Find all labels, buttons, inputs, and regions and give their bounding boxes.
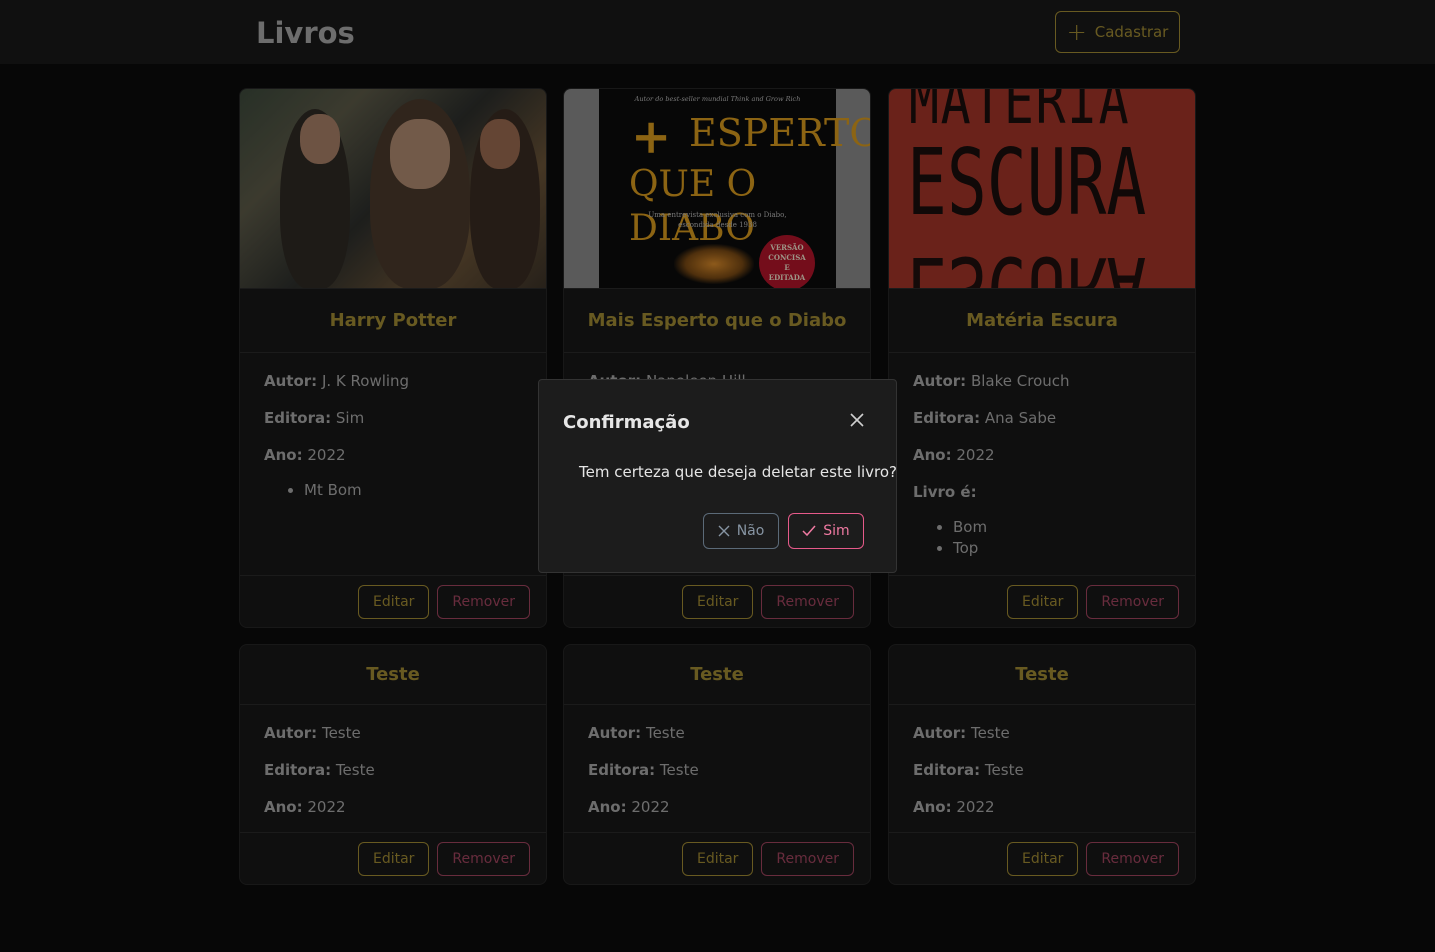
yes-button-label: Sim: [823, 523, 850, 539]
x-icon: [718, 525, 730, 537]
close-icon[interactable]: [846, 410, 868, 432]
dialog-title: Confirmação: [563, 412, 690, 433]
no-button-label: Não: [736, 523, 765, 539]
no-button[interactable]: Não: [703, 513, 779, 549]
dialog-message: Tem certeza que deseja deletar este livr…: [579, 463, 898, 481]
confirm-dialog: Confirmação Tem certeza que deseja delet…: [538, 379, 897, 573]
yes-button[interactable]: Sim: [788, 513, 864, 549]
check-icon: [802, 525, 816, 537]
